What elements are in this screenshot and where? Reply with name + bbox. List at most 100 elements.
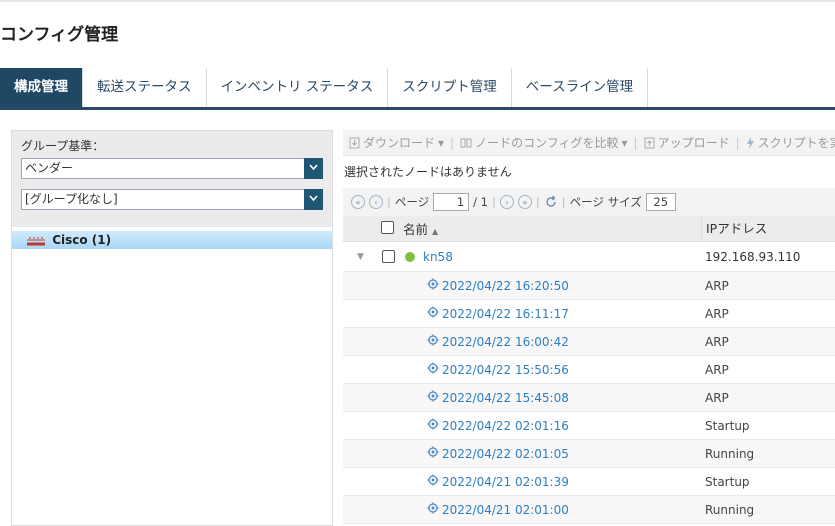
config-date[interactable]: 2022/04/21 02:01:00 <box>442 503 569 517</box>
collapse-triangle-icon[interactable]: ▼ <box>343 252 379 262</box>
page-size-input[interactable]: 25 <box>645 193 676 211</box>
toolbar-divider: | <box>633 135 638 150</box>
pager-divider: | <box>492 195 496 209</box>
config-file-icon <box>427 418 439 429</box>
compare-configs-button[interactable]: ノードのコンフィグを比較 ▾ <box>460 134 628 151</box>
config-row[interactable]: 2022/04/21 02:01:00 Running <box>343 496 835 524</box>
config-type: Running <box>705 446 755 461</box>
caret-down-icon: ▾ <box>438 135 445 150</box>
tab-transfer-status[interactable]: 転送ステータス <box>83 68 207 107</box>
node-row[interactable]: ▼ kn58 192.168.93.110 <box>343 242 835 272</box>
status-up-icon <box>405 251 415 262</box>
config-name-cell[interactable]: 2022/04/22 16:20:50 <box>343 278 705 293</box>
config-row[interactable]: 2022/04/22 16:20:50 ARP <box>343 272 835 300</box>
tab-script-management[interactable]: スクリプト管理 <box>388 68 512 107</box>
tree-item-label: Cisco (1) <box>52 233 112 247</box>
pager-divider: | <box>535 195 540 209</box>
grouping-panel: グループ基準： ベンダー [グループ化なし] Cisco (1) <box>11 130 333 526</box>
column-header-ip[interactable]: IPアドレス <box>701 215 835 242</box>
node-checkbox-cell <box>379 250 401 263</box>
selection-status: 選択されたノードはありません <box>344 165 512 179</box>
config-name-cell[interactable]: 2022/04/22 02:01:16 <box>343 418 705 433</box>
config-date[interactable]: 2022/04/22 16:20:50 <box>442 279 569 293</box>
config-type: ARP <box>705 278 729 293</box>
config-file-icon <box>427 306 439 317</box>
tab-inventory-status[interactable]: インベントリ ステータス <box>207 68 389 107</box>
caret-down-icon: ▾ <box>621 135 628 150</box>
tab-bar: 構成管理 転送ステータス インベントリ ステータス スクリプト管理 ベースライン… <box>0 68 835 110</box>
config-file-icon <box>427 334 439 345</box>
tab-configuration[interactable]: 構成管理 <box>0 68 83 107</box>
first-page-icon[interactable]: « <box>351 195 365 209</box>
config-file-icon <box>427 502 439 513</box>
config-date[interactable]: 2022/04/21 02:01:39 <box>442 475 569 489</box>
subgroup-value: [グループ化なし] <box>25 192 118 206</box>
grid-header: 名前 ▲ IPアドレス <box>343 215 835 242</box>
download-label: ダウンロード <box>363 136 436 150</box>
config-file-icon <box>427 362 439 373</box>
config-date[interactable]: 2022/04/22 16:11:17 <box>442 307 569 321</box>
config-name-cell[interactable]: 2022/04/22 02:01:05 <box>343 446 705 461</box>
run-script-button[interactable]: スクリプトを実行 <box>746 134 835 151</box>
chevron-down-icon[interactable] <box>304 189 323 210</box>
config-date[interactable]: 2022/04/22 02:01:05 <box>442 447 569 461</box>
config-name-cell[interactable]: 2022/04/21 02:01:39 <box>343 474 705 489</box>
refresh-icon[interactable] <box>544 195 558 209</box>
column-name-label: 名前 <box>403 222 429 237</box>
config-type: ARP <box>705 390 729 405</box>
config-type: Startup <box>705 474 750 489</box>
config-name-cell[interactable]: 2022/04/22 16:11:17 <box>343 306 705 321</box>
config-list: 2022/04/22 16:20:50 ARP 2022/04/22 16:11:1… <box>343 272 835 524</box>
config-date[interactable]: 2022/04/22 15:50:56 <box>442 363 569 377</box>
node-name[interactable]: kn58 <box>423 250 453 264</box>
config-row[interactable]: 2022/04/22 15:50:56 ARP <box>343 356 835 384</box>
config-row[interactable]: 2022/04/21 02:01:39 Startup <box>343 468 835 496</box>
config-row[interactable]: 2022/04/22 15:45:08 ARP <box>343 384 835 412</box>
upload-icon <box>644 137 655 148</box>
download-button[interactable]: ダウンロード ▾ <box>349 134 444 151</box>
config-file-icon <box>427 390 439 401</box>
config-row[interactable]: 2022/04/22 02:01:05 Running <box>343 440 835 468</box>
node-checkbox[interactable] <box>382 250 395 263</box>
lightning-icon <box>746 136 754 149</box>
tree-item-cisco[interactable]: Cisco (1) <box>12 231 332 249</box>
group-by-select[interactable]: ベンダー <box>21 158 323 179</box>
page-number-input[interactable]: 1 <box>433 193 470 211</box>
chevron-down-icon[interactable] <box>304 158 323 179</box>
config-name-cell[interactable]: 2022/04/22 15:45:08 <box>343 390 705 405</box>
config-date[interactable]: 2022/04/22 02:01:16 <box>442 419 569 433</box>
config-date[interactable]: 2022/04/22 16:00:42 <box>442 335 569 349</box>
config-row[interactable]: 2022/04/22 16:00:42 ARP <box>343 328 835 356</box>
last-page-icon[interactable]: » <box>517 195 532 209</box>
config-name-cell[interactable]: 2022/04/22 15:50:56 <box>343 362 705 377</box>
node-name-cell[interactable]: kn58 <box>401 250 705 264</box>
column-header-name[interactable]: 名前 ▲ <box>383 219 701 238</box>
pager-divider: | <box>387 195 391 209</box>
page-size-label: ページ サイズ <box>569 195 642 209</box>
toolbar-divider: | <box>735 135 740 150</box>
config-row[interactable]: 2022/04/22 02:01:16 Startup <box>343 412 835 440</box>
config-name-cell[interactable]: 2022/04/22 16:00:42 <box>343 334 705 349</box>
cisco-logo-icon <box>27 236 45 245</box>
group-by-label: グループ基準： <box>21 139 105 153</box>
config-row[interactable]: 2022/04/22 16:11:17 ARP <box>343 300 835 328</box>
grouping-header: グループ基準： ベンダー [グループ化なし] <box>12 131 332 227</box>
upload-button[interactable]: アップロード <box>644 134 730 151</box>
compare-label: ノードのコンフィグを比較 <box>475 136 619 150</box>
toolbar-divider: | <box>450 135 455 150</box>
next-page-icon[interactable]: › <box>499 195 514 209</box>
tab-baseline-management[interactable]: ベースライン管理 <box>512 68 649 107</box>
group-by-value: ベンダー <box>25 161 74 175</box>
config-type: ARP <box>705 334 729 349</box>
pager-divider: | <box>561 195 566 209</box>
config-type: Running <box>705 502 755 517</box>
config-name-cell[interactable]: 2022/04/21 02:01:00 <box>343 502 705 517</box>
config-date[interactable]: 2022/04/22 15:45:08 <box>442 391 569 405</box>
download-icon <box>349 137 360 148</box>
toolbar: ダウンロード ▾ | ノードのコンフィグを比較 ▾ | アップロード | スクリプト… <box>343 130 835 156</box>
pager: « ‹ | ページ 1 / 1 | › » | | ページ サイズ 25 <box>343 188 835 216</box>
page-title: コンフィグ管理 <box>0 25 119 45</box>
sort-ascending-icon: ▲ <box>432 227 439 236</box>
subgroup-select[interactable]: [グループ化なし] <box>21 189 323 210</box>
prev-page-icon[interactable]: ‹ <box>369 195 383 209</box>
